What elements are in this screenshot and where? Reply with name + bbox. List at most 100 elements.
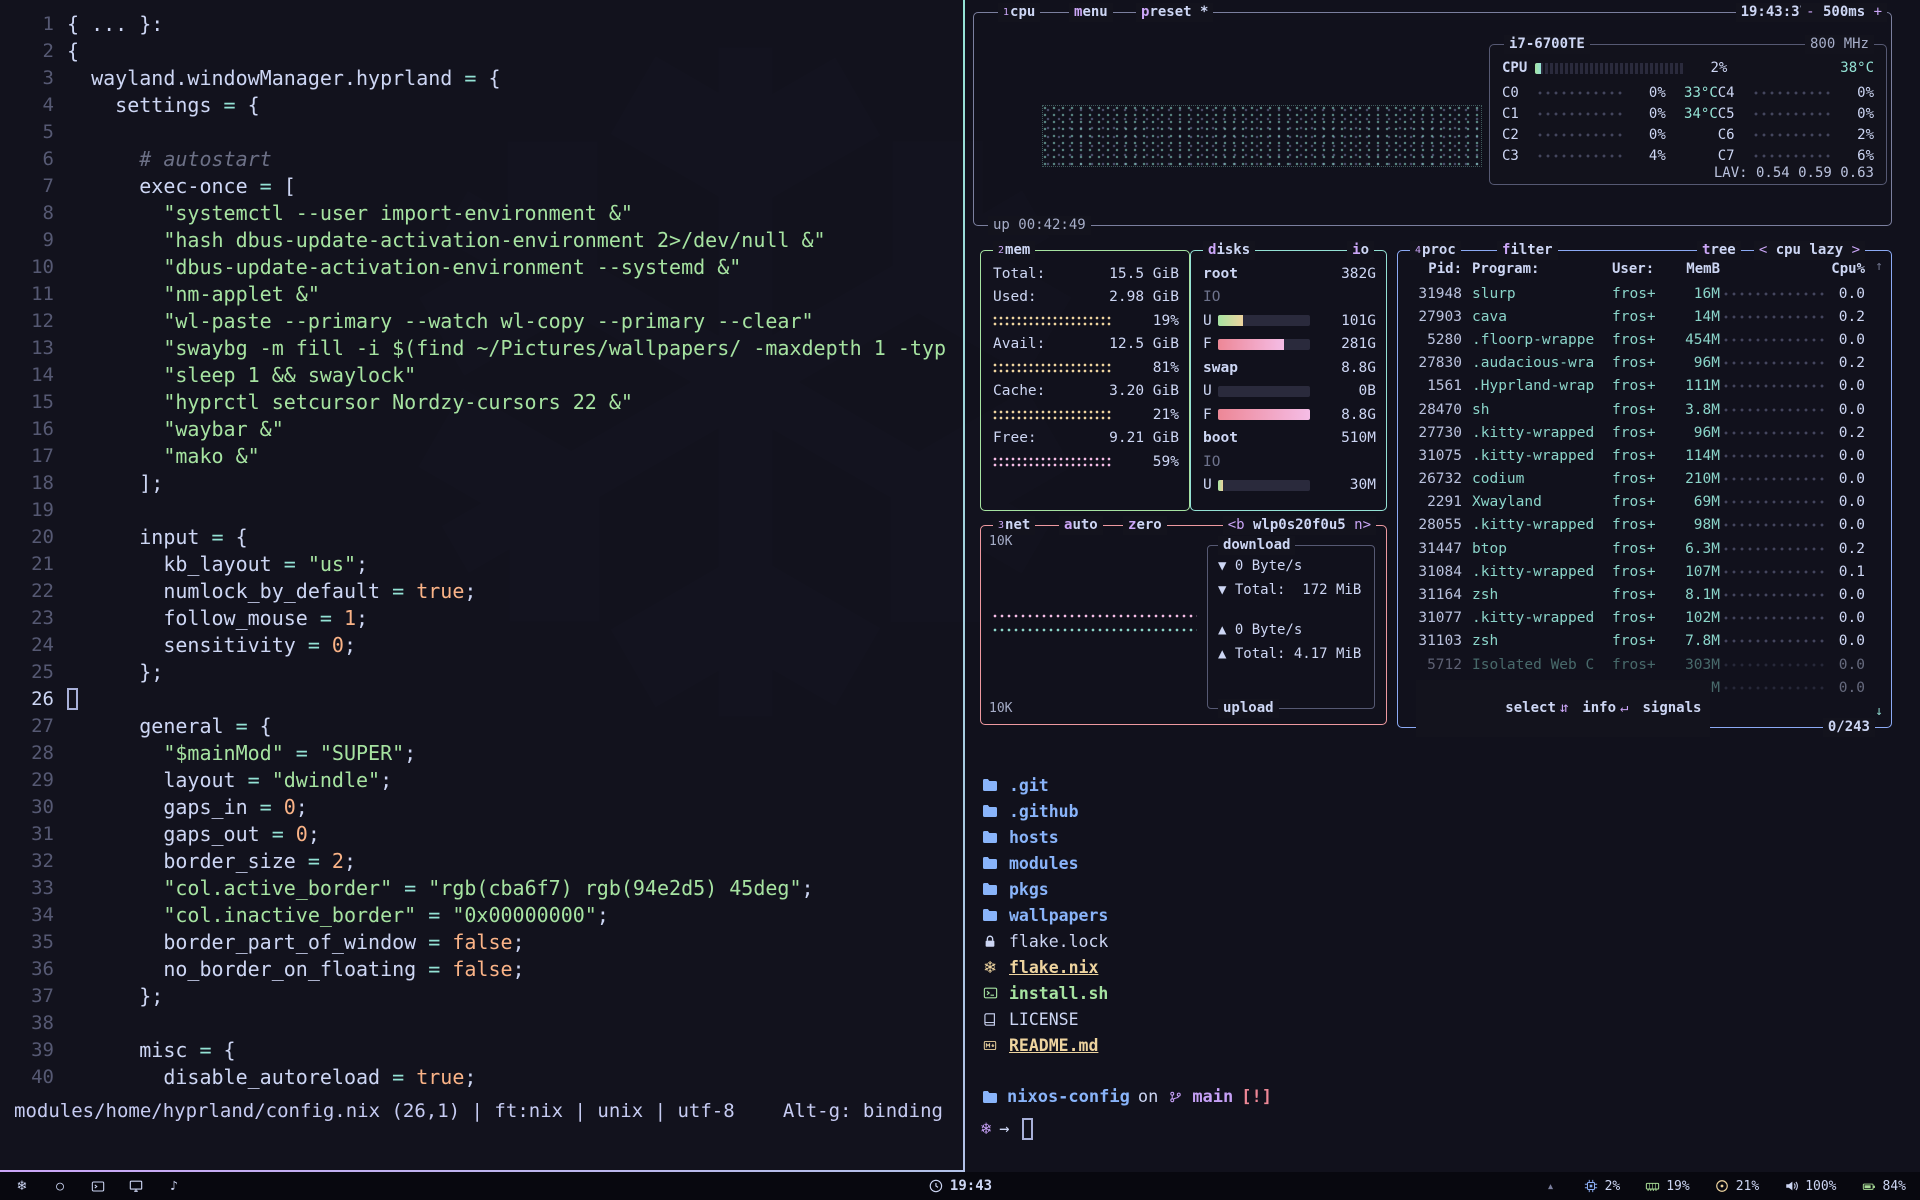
proc-header-program[interactable]: Program: bbox=[1472, 261, 1612, 277]
process-row[interactable]: 31103zshfros+7.8M0.0 bbox=[1410, 630, 1865, 653]
code-area[interactable]: 1{ ... }:2{3 wayland.windowManager.hyprl… bbox=[0, 0, 963, 1090]
net-box-label[interactable]: 3net bbox=[993, 516, 1035, 535]
code-line[interactable]: 27 general = { bbox=[0, 712, 963, 739]
terminal-window[interactable]: .git.githubhostsmodulespkgswallpapersfla… bbox=[965, 750, 1920, 1172]
code-line[interactable]: 35 border_part_of_window = false; bbox=[0, 928, 963, 955]
code-line[interactable]: 36 no_border_on_floating = false; bbox=[0, 955, 963, 982]
code-line[interactable]: 23 follow_mouse = 1; bbox=[0, 604, 963, 631]
btop-interval-control[interactable]: - 500ms + bbox=[1801, 3, 1887, 22]
process-row[interactable]: 26732codiumfros+210M0.0 bbox=[1410, 468, 1865, 491]
code-line[interactable]: 15 "hyprctl setcursor Nordzy-cursors 22 … bbox=[0, 388, 963, 415]
proc-filter-button[interactable]: filter bbox=[1497, 241, 1558, 260]
process-row[interactable]: 28470shfros+3.8M0.0 bbox=[1410, 398, 1865, 421]
proc-sort-selector[interactable]: < cpu lazy > bbox=[1754, 241, 1865, 260]
code-line[interactable]: 12 "wl-paste --primary --watch wl-copy -… bbox=[0, 307, 963, 334]
process-row[interactable]: 5712Isolated Web Cfros+303M0.0 bbox=[1410, 653, 1865, 676]
code-line[interactable]: 3 wayland.windowManager.hyprland = { bbox=[0, 64, 963, 91]
memory-module[interactable]: 19% bbox=[1644, 1178, 1689, 1194]
mem-box-label[interactable]: 2mem bbox=[993, 241, 1035, 260]
music-icon[interactable]: ♪ bbox=[166, 1178, 182, 1194]
process-row[interactable]: 31077.kitty-wrappedfros+102M0.0 bbox=[1410, 607, 1865, 630]
nix-icon[interactable]: ❄ bbox=[14, 1178, 30, 1194]
code-line[interactable]: 32 border_size = 2; bbox=[0, 847, 963, 874]
process-row[interactable]: 2291Xwaylandfros+69M0.0 bbox=[1410, 491, 1865, 514]
code-line[interactable]: 8 "systemctl --user import-environment &… bbox=[0, 199, 963, 226]
disks-box-label[interactable]: disks bbox=[1203, 241, 1255, 260]
code-line[interactable]: 33 "col.active_border" = "rgb(cba6f7) rg… bbox=[0, 874, 963, 901]
code-line[interactable]: 9 "hash dbus-update-activation-environme… bbox=[0, 226, 963, 253]
code-line[interactable]: 19 bbox=[0, 496, 963, 523]
editor-window[interactable]: 1{ ... }:2{3 wayland.windowManager.hyprl… bbox=[0, 0, 965, 1172]
code-line[interactable]: 26 bbox=[0, 685, 963, 712]
scroll-up-icon[interactable]: ↑ bbox=[1875, 259, 1883, 274]
process-row[interactable]: 28055.kitty-wrappedfros+98M0.0 bbox=[1410, 514, 1865, 537]
code-line[interactable]: 20 input = { bbox=[0, 523, 963, 550]
process-row[interactable]: 27730.kitty-wrappedfros+96M0.2 bbox=[1410, 421, 1865, 444]
btop-window[interactable]: 1cpu menu preset * 19:43:37 - 500ms + i7… bbox=[965, 0, 1920, 750]
code-line[interactable]: 5 bbox=[0, 118, 963, 145]
code-line[interactable]: 11 "nm-applet &" bbox=[0, 280, 963, 307]
code-line[interactable]: 21 kb_layout = "us"; bbox=[0, 550, 963, 577]
proc-header-cpu[interactable]: Cpu% bbox=[1829, 261, 1865, 277]
code-line[interactable]: 25 }; bbox=[0, 658, 963, 685]
net-zero-button[interactable]: zero bbox=[1123, 516, 1167, 535]
disk-module[interactable]: 21% bbox=[1714, 1178, 1759, 1194]
proc-header-memb[interactable]: MemB bbox=[1670, 261, 1720, 277]
code-line[interactable]: 10 "dbus-update-activation-environment -… bbox=[0, 253, 963, 280]
process-row[interactable]: 31084.kitty-wrappedfros+107M0.1 bbox=[1410, 560, 1865, 583]
code-line[interactable]: 28 "$mainMod" = "SUPER"; bbox=[0, 739, 963, 766]
code-line[interactable]: 6 # autostart bbox=[0, 145, 963, 172]
btop-preset-button[interactable]: preset * bbox=[1136, 3, 1213, 22]
net-auto-button[interactable]: auto bbox=[1059, 516, 1103, 535]
code-line[interactable]: 1{ ... }: bbox=[0, 10, 963, 37]
proc-header-user[interactable]: User: bbox=[1612, 261, 1670, 277]
code-line[interactable]: 18 ]; bbox=[0, 469, 963, 496]
code-line[interactable]: 38 bbox=[0, 1009, 963, 1036]
code-line[interactable]: 39 misc = { bbox=[0, 1036, 963, 1063]
process-row[interactable]: 27903cavafros+14M0.2 bbox=[1410, 305, 1865, 328]
code-line[interactable]: 16 "waybar &" bbox=[0, 415, 963, 442]
net-device-selector[interactable]: <b wlp0s20f0u5 n> bbox=[1223, 516, 1376, 535]
terminal-cursor[interactable] bbox=[1022, 1118, 1033, 1140]
code-line[interactable]: 2{ bbox=[0, 37, 963, 64]
code-line[interactable]: 4 settings = { bbox=[0, 91, 963, 118]
clock-module[interactable]: 19:43 bbox=[928, 1178, 992, 1194]
circle-icon[interactable]: ○ bbox=[52, 1178, 68, 1194]
battery-module[interactable]: 84% bbox=[1861, 1178, 1906, 1194]
code-line[interactable]: 7 exec-once = [ bbox=[0, 172, 963, 199]
scroll-down-icon[interactable]: ↓ bbox=[1875, 704, 1883, 719]
code-line[interactable]: 37 }; bbox=[0, 982, 963, 1009]
volume-module[interactable]: 100% bbox=[1783, 1178, 1836, 1194]
line-number: 22 bbox=[0, 580, 54, 602]
code-line[interactable]: 29 layout = "dwindle"; bbox=[0, 766, 963, 793]
tray-expand-icon[interactable]: ▴ bbox=[1543, 1178, 1559, 1194]
terminal-icon[interactable] bbox=[90, 1178, 106, 1194]
process-row[interactable]: 5280.floorp-wrappefros+454M0.0 bbox=[1410, 328, 1865, 351]
code-line[interactable]: 17 "mako &" bbox=[0, 442, 963, 469]
code-line[interactable]: 40 disable_autoreload = true; bbox=[0, 1063, 963, 1090]
code-line[interactable]: 24 sensitivity = 0; bbox=[0, 631, 963, 658]
cpu-box-label[interactable]: 1cpu bbox=[998, 3, 1040, 22]
proc-footer-actions[interactable]: select⇵info↵signals bbox=[1416, 680, 1710, 737]
process-row[interactable]: 31948slurpfros+16M0.0 bbox=[1410, 282, 1865, 305]
code-line[interactable]: 22 numlock_by_default = true; bbox=[0, 577, 963, 604]
cpu-module[interactable]: 2% bbox=[1583, 1178, 1621, 1194]
btop-menu-button[interactable]: menu bbox=[1069, 3, 1113, 22]
proc-tree-button[interactable]: tree bbox=[1697, 241, 1741, 260]
proc-header-pid[interactable]: Pid: bbox=[1410, 261, 1462, 277]
process-row[interactable]: 31075.kitty-wrappedfros+114M0.0 bbox=[1410, 444, 1865, 467]
process-row[interactable]: 27830.audacious-wrafros+96M0.2 bbox=[1410, 352, 1865, 375]
shell-input-line[interactable]: ❄ → bbox=[981, 1116, 1920, 1142]
proc-box-label[interactable]: 4proc bbox=[1410, 241, 1461, 260]
code-line[interactable]: 34 "col.inactive_border" = "0x00000000"; bbox=[0, 901, 963, 928]
line-text: wayland.windowManager.hyprland = { bbox=[54, 66, 500, 90]
code-line[interactable]: 13 "swaybg -m fill -i $(find ~/Pictures/… bbox=[0, 334, 963, 361]
display-icon[interactable] bbox=[128, 1178, 144, 1194]
code-line[interactable]: 14 "sleep 1 && swaylock" bbox=[0, 361, 963, 388]
code-line[interactable]: 30 gaps_in = 0; bbox=[0, 793, 963, 820]
code-line[interactable]: 31 gaps_out = 0; bbox=[0, 820, 963, 847]
process-row[interactable]: 1561.Hyprland-wrapfros+111M0.0 bbox=[1410, 375, 1865, 398]
io-mode-button[interactable]: io bbox=[1347, 241, 1374, 260]
process-row[interactable]: 31164zshfros+8.1M0.0 bbox=[1410, 583, 1865, 606]
process-row[interactable]: 31447btopfros+6.3M0.2 bbox=[1410, 537, 1865, 560]
